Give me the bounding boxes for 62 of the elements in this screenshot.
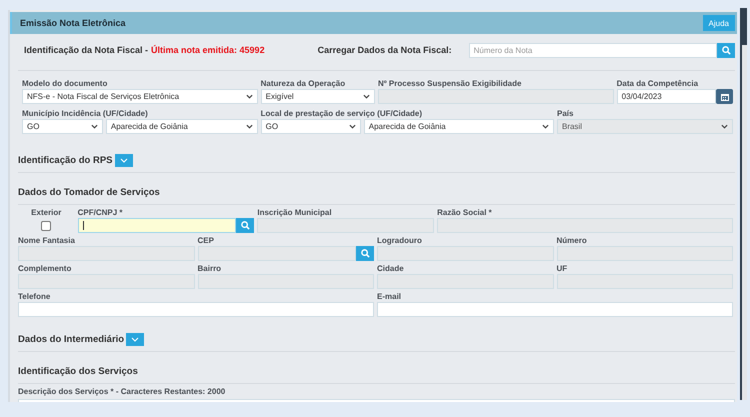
field-label: Razão Social * xyxy=(437,208,493,218)
chevron-down-icon xyxy=(131,336,140,342)
field-label: Nº Processo Suspensão Exigibilidade xyxy=(378,79,522,89)
field-label: Nome Fantasia xyxy=(18,236,76,246)
search-icon xyxy=(360,249,370,258)
search-icon xyxy=(722,46,730,54)
dropdown[interactable]: Aparecida de Goiânia xyxy=(106,119,258,134)
field-label: Logradouro xyxy=(377,236,423,246)
invoice-heading: Identificação da Nota Fiscal - xyxy=(24,45,148,55)
window-title: Emissão Nota Eletrônica xyxy=(20,18,126,28)
field-label: Modelo do documento xyxy=(22,79,108,89)
chevron-down-icon xyxy=(348,124,356,129)
dropdown[interactable]: Aparecida de Goiânia xyxy=(364,119,554,134)
chevron-down-icon xyxy=(120,158,128,162)
field-label: Local de prestação de serviço (UF/Cidade) xyxy=(260,109,424,119)
chevron-down-icon xyxy=(721,124,728,129)
section-title: Dados do Intermediário xyxy=(18,334,124,344)
chevron-down-icon xyxy=(542,124,549,129)
field-label: Número xyxy=(556,236,588,246)
text-field[interactable] xyxy=(18,302,374,317)
field-label: Data da Competência xyxy=(616,79,700,89)
dropdown[interactable]: GO xyxy=(22,119,103,134)
section-title: Dados do Tomador de Serviços xyxy=(18,186,160,198)
section-title: Identificação dos Serviços xyxy=(18,366,138,376)
calendar-button[interactable] xyxy=(716,89,733,104)
field-label: E-mail xyxy=(377,292,402,302)
scrollbar[interactable] xyxy=(740,8,747,400)
field-label: Município Incidência (UF/Cidade) xyxy=(22,109,149,119)
checkbox[interactable] xyxy=(41,221,52,231)
dropdown[interactable]: GO xyxy=(260,119,361,134)
field-label: Complemento xyxy=(18,264,72,274)
field-label: Telefone xyxy=(18,292,52,302)
load-label: Carregar Dados da Nota Fiscal: xyxy=(318,45,452,55)
field-label: Inscrição Municipal xyxy=(257,208,333,218)
field-label: CEP xyxy=(198,236,215,246)
expand-button[interactable] xyxy=(114,154,132,166)
text-field[interactable] xyxy=(78,218,236,233)
field-label: Exterior xyxy=(31,208,62,218)
date-field[interactable]: 03/04/2023 xyxy=(616,89,716,104)
calendar-icon xyxy=(720,92,728,100)
note-number-field[interactable]: Número da Nota xyxy=(468,42,717,58)
chevron-down-icon xyxy=(246,124,253,129)
expand-button[interactable] xyxy=(126,332,144,346)
field-label: UF xyxy=(556,264,568,274)
field-label: Descrição dos Serviços * - Caracteres Restantes: 2000 xyxy=(18,387,226,397)
chevron-down-icon xyxy=(90,124,98,129)
search-button[interactable] xyxy=(236,218,254,233)
field-label: Bairro xyxy=(198,264,222,274)
last-note-text: Última nota emitida: 45992 xyxy=(151,45,265,55)
dropdown[interactable]: Exigível xyxy=(260,89,375,104)
search-button[interactable] xyxy=(717,42,735,58)
field-label: Cidade xyxy=(377,264,405,274)
search-icon xyxy=(240,221,250,230)
dropdown[interactable]: NFS-e - Nota Fiscal de Serviços Eletrônica xyxy=(22,89,258,104)
field-label: País xyxy=(556,109,574,119)
section-title: Identificação do RPS xyxy=(18,154,112,166)
field-label: CPF/CNPJ * xyxy=(78,208,124,218)
search-button[interactable] xyxy=(356,246,374,261)
text-field[interactable] xyxy=(377,302,733,317)
field-label: Natureza da Operação xyxy=(260,79,346,89)
chevron-down-icon xyxy=(246,94,253,99)
chevron-down-icon xyxy=(363,94,370,99)
